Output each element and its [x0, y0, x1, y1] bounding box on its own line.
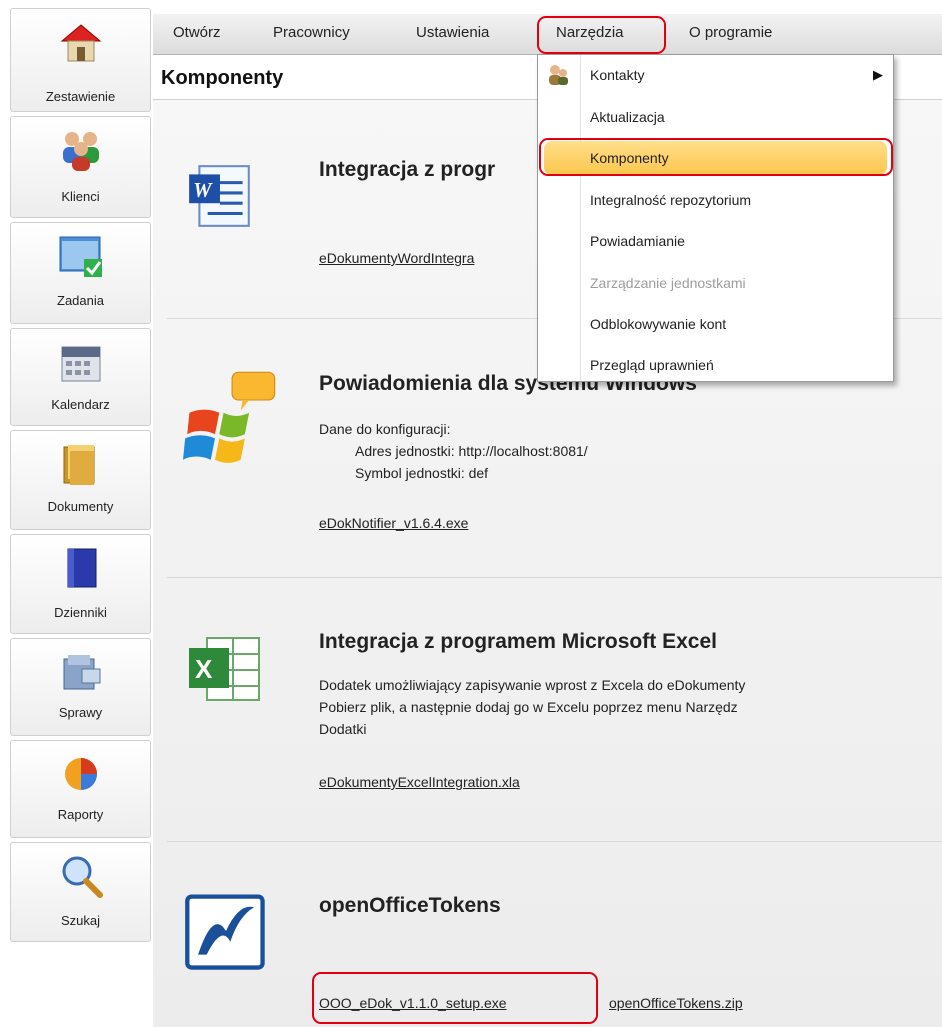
svg-text:X: X: [195, 654, 213, 684]
folder-icon: [63, 445, 94, 485]
excel-description: Dodatek umożliwiający zapisywanie wprost…: [319, 674, 745, 740]
section-title: openOfficeTokens: [319, 894, 501, 917]
submenu-arrow-icon: ▶: [873, 67, 883, 82]
sidebar-item-klienci[interactable]: Klienci: [10, 116, 151, 218]
menu-icon-gutter: [580, 55, 581, 381]
sidebar: Zestawienie Klienci Zadania Kalendarz Do…: [0, 0, 153, 1027]
magnifier-icon: [62, 856, 103, 898]
sidebar-item-label: Dzienniki: [54, 605, 107, 620]
menu-item-odblokowywanie[interactable]: Odblokowywanie kont: [590, 316, 726, 332]
excel-desc-line: Dodatek umożliwiający zapisywanie wprost…: [319, 677, 746, 693]
sidebar-item-dzienniki[interactable]: Dzienniki: [10, 534, 151, 634]
openoffice-icon: [185, 894, 265, 970]
sidebar-item-label: Zadania: [57, 293, 104, 308]
menu-item-powiadamianie[interactable]: Powiadamianie: [590, 233, 685, 249]
notifier-config: Dane do konfiguracji: Adres jednostki: h…: [319, 418, 588, 484]
excel-desc-line: Pobierz plik, a następnie dodaj go w Exc…: [319, 699, 738, 715]
menu-otworz[interactable]: Otwórz: [173, 24, 221, 41]
windows-notification-icon: [183, 371, 276, 463]
sidebar-item-label: Zestawienie: [45, 89, 116, 104]
menu-item-przeglad-uprawnien[interactable]: Przegląd uprawnień: [590, 357, 714, 373]
menu-item-integralnosc[interactable]: Integralność repozytorium: [590, 192, 751, 208]
calendar-icon: [61, 346, 100, 382]
menu-o-programie[interactable]: O programie: [689, 24, 772, 41]
sidebar-item-zadania[interactable]: Zadania: [10, 222, 151, 324]
ooo-setup-link[interactable]: OOO_eDok_v1.1.0_setup.exe: [319, 995, 507, 1011]
section-excel-integration: X Integracja z programem Microsoft Excel…: [153, 578, 942, 840]
sidebar-item-label: Szukaj: [60, 913, 101, 928]
narzedzia-dropdown-menu: Kontakty ▶ Aktualizacja Komponenty Integ…: [537, 54, 894, 382]
section-title: Integracja z programem Microsoft Excel: [319, 630, 717, 653]
menu-ustawienia[interactable]: Ustawienia: [416, 24, 489, 41]
journal-book-icon: [67, 548, 96, 588]
sidebar-item-raporty[interactable]: Raporty: [10, 740, 151, 838]
config-address: Adres jednostki: http://localhost:8081/: [355, 443, 588, 459]
sidebar-item-label: Raporty: [57, 807, 104, 822]
people-icon: [62, 132, 99, 171]
notifier-download-link[interactable]: eDokNotifier_v1.6.4.exe: [319, 515, 468, 531]
sidebar-item-dokumenty[interactable]: Dokumenty: [10, 430, 151, 530]
menu-narzedzia[interactable]: Narzędzia: [556, 24, 624, 41]
svg-text:W: W: [193, 180, 213, 202]
excel-integration-link[interactable]: eDokumentyExcelIntegration.xla: [319, 774, 520, 790]
config-symbol: Symbol jednostki: def: [355, 465, 489, 481]
sidebar-item-label: Sprawy: [58, 705, 103, 720]
excel-icon: X: [189, 637, 260, 701]
menu-item-zarzadzanie-jednostkami: Zarządzanie jednostkami: [590, 275, 746, 291]
menu-item-aktualizacja[interactable]: Aktualizacja: [590, 109, 665, 125]
config-label: Dane do konfiguracji:: [319, 421, 451, 437]
sidebar-item-kalendarz[interactable]: Kalendarz: [10, 328, 151, 426]
section-title: Integracja z progr: [319, 158, 496, 181]
menu-item-komponenty[interactable]: Komponenty: [544, 141, 887, 175]
house-icon: [60, 24, 101, 62]
ooo-zip-link[interactable]: openOfficeTokens.zip: [609, 995, 743, 1011]
sidebar-item-label: Klienci: [61, 189, 100, 204]
word-icon: W: [189, 165, 250, 227]
contacts-icon: [549, 65, 568, 85]
sidebar-item-sprawy[interactable]: Sprawy: [10, 638, 151, 736]
section-openoffice-tokens: openOfficeTokens OOO_eDok_v1.1.0_setup.e…: [153, 842, 942, 1027]
sidebar-item-label: Dokumenty: [47, 499, 114, 514]
sidebar-item-zestawienie[interactable]: Zestawienie: [10, 8, 151, 112]
task-check-icon: [59, 236, 102, 277]
sidebar-item-label: Kalendarz: [51, 397, 110, 412]
pie-chart-icon: [64, 758, 97, 790]
menu-pracownicy[interactable]: Pracownicy: [273, 24, 350, 41]
excel-desc-line: Dodatki: [319, 721, 367, 737]
menu-item-label: Komponenty: [590, 150, 669, 166]
sidebar-item-szukaj[interactable]: Szukaj: [10, 842, 151, 942]
menu-item-kontakty[interactable]: Kontakty: [590, 67, 644, 83]
page-title: Komponenty: [161, 67, 284, 89]
cases-icon: [63, 655, 100, 690]
menubar: Otwórz Pracownicy Ustawienia Narzędzia O…: [153, 14, 942, 55]
word-integration-link[interactable]: eDokumentyWordIntegra: [319, 250, 474, 266]
